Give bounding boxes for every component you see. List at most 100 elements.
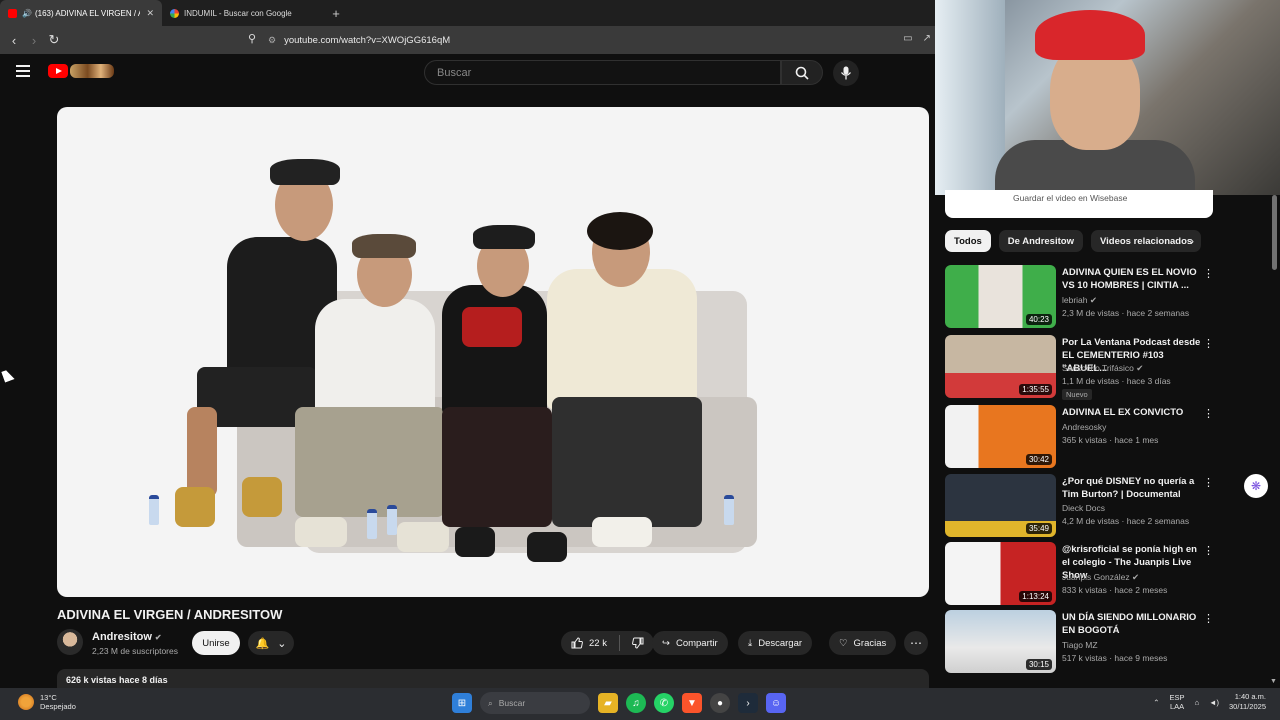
video-duration: 30:15 xyxy=(1025,659,1052,670)
scroll-down-icon[interactable]: ▼ xyxy=(1270,678,1277,685)
close-tab-icon[interactable]: ✕ xyxy=(146,8,154,19)
recommendation-title[interactable]: ¿Por qué DISNEY no quería a Tim Burton? … xyxy=(1062,475,1202,501)
clock[interactable]: 1:40 a.m. 30/11/2025 xyxy=(1229,692,1266,712)
recommendation-title[interactable]: UN DÍA SIENDO MILLONARIO EN BOGOTÁ xyxy=(1062,611,1202,637)
thumbs-down-icon[interactable] xyxy=(632,637,644,649)
like-dislike-group: 22 k xyxy=(561,631,654,655)
obs-icon[interactable]: ● xyxy=(710,693,730,713)
network-icon[interactable]: ⌂ xyxy=(1195,698,1200,707)
whatsapp-icon[interactable]: ✆ xyxy=(654,693,674,713)
recommendation-item[interactable]: 1:13:24 @krisroficial se ponía high en e… xyxy=(945,542,1214,606)
weather-desc: Despejado xyxy=(40,702,76,711)
more-vert-icon[interactable]: ⋮ xyxy=(1203,407,1214,420)
weather-widget[interactable]: 13°C Despejado xyxy=(18,693,76,711)
video-thumbnail[interactable]: 30:42 xyxy=(945,405,1056,468)
search-input[interactable]: Buscar xyxy=(424,60,781,85)
more-vert-icon[interactable]: ⋮ xyxy=(1203,476,1214,489)
recommendation-meta: 365 k vistas · hace 1 mes xyxy=(1062,435,1159,445)
video-player[interactable] xyxy=(57,107,929,597)
site-info-icon[interactable]: ⚙ xyxy=(268,35,276,46)
windows-start-icon[interactable]: ⊞ xyxy=(452,693,472,713)
back-icon[interactable]: ‹ xyxy=(4,33,24,48)
chip-from-channel[interactable]: De Andresitow xyxy=(998,230,1083,252)
more-vert-icon[interactable]: ⋮ xyxy=(1203,544,1214,557)
recommendation-channel[interactable]: Dieck Docs xyxy=(1062,503,1105,513)
recommendation-channel[interactable]: Andresosky xyxy=(1062,422,1106,432)
recommendation-meta: 1,1 M de vistas · hace 3 días xyxy=(1062,376,1171,386)
address-bar-row: ‹ › ↻ ⚲ ⚙ youtube.com/watch?v=XWOjGG616q… xyxy=(0,26,935,54)
video-thumbnail[interactable]: 1:13:24 xyxy=(945,542,1056,605)
url-field[interactable]: ⚙ youtube.com/watch?v=XWOjGG616qM xyxy=(268,30,450,50)
chevron-down-icon: ⌄ xyxy=(277,637,287,650)
file-explorer-icon[interactable]: ▰ xyxy=(598,693,618,713)
recommendation-title[interactable]: ADIVINA QUIEN ES EL NOVIO VS 10 HOMBRES … xyxy=(1062,266,1202,292)
sidebar-scrollbar[interactable]: ▼ xyxy=(1270,195,1278,685)
thanks-button[interactable]: ♡ Gracias xyxy=(829,631,897,655)
recommendation-item[interactable]: 35:49 ¿Por qué DISNEY no quería a Tim Bu… xyxy=(945,474,1214,538)
weather-temp: 13°C xyxy=(40,693,57,702)
chip-all[interactable]: Todos xyxy=(945,230,991,252)
video-thumbnail[interactable]: 30:15 xyxy=(945,610,1056,673)
volume-icon[interactable]: ◄) xyxy=(1209,698,1219,707)
water-bottle xyxy=(367,509,377,539)
views-and-date: 626 k vistas hace 8 días xyxy=(66,675,168,685)
voice-search-button[interactable] xyxy=(833,60,859,86)
video-thumbnail[interactable]: 35:49 xyxy=(945,474,1056,537)
tab-google[interactable]: INDUMIL - Buscar con Google xyxy=(162,0,324,26)
tray-expand-icon[interactable]: ⌃ xyxy=(1153,698,1159,707)
more-vert-icon[interactable]: ⋮ xyxy=(1203,337,1214,350)
taskbar-apps: ⊞ ⌕ Buscar ▰ ♫ ✆ ▼ ● › ☺ xyxy=(452,692,786,714)
video-thumbnail[interactable]: 1:35:55 xyxy=(945,335,1056,398)
tab-title: (163) ADIVINA EL VIRGEN / A xyxy=(34,8,141,18)
youtube-doodle-logo[interactable] xyxy=(70,64,114,78)
brave-browser-icon[interactable]: ▼ xyxy=(682,693,702,713)
recommendation-item[interactable]: 1:35:55 Por La Ventana Podcast desde EL … xyxy=(945,335,1214,400)
video-title: ADIVINA EL VIRGEN / ANDRESITOW xyxy=(57,607,283,622)
channel-name[interactable]: Andresitow xyxy=(92,631,152,643)
tab-youtube[interactable]: 🔊 (163) ADIVINA EL VIRGEN / A ✕ xyxy=(0,0,162,26)
recommendation-title[interactable]: ADIVINA EL EX CONVICTO xyxy=(1062,406,1202,419)
share-button[interactable]: ↪ Compartir xyxy=(652,631,728,655)
wisebase-save-button[interactable]: Guardar el video en Wisebase xyxy=(945,190,1213,218)
chip-related[interactable]: Videos relacionados xyxy=(1090,230,1202,252)
share-icon[interactable]: ↗ xyxy=(923,33,931,44)
join-button[interactable]: Unirse xyxy=(192,631,240,655)
recommendation-channel[interactable]: Juanpis González ✔ xyxy=(1062,572,1139,583)
more-vert-icon[interactable]: ⋮ xyxy=(1203,267,1214,280)
channel-name-row[interactable]: Andresitow ✔ xyxy=(92,631,162,643)
discord-icon[interactable]: ☺ xyxy=(766,693,786,713)
recommendation-channel[interactable]: Tiago MZ xyxy=(1062,640,1098,650)
more-actions-icon[interactable]: ⋯ xyxy=(904,631,928,655)
menu-icon[interactable] xyxy=(16,65,30,79)
video-thumbnail[interactable]: 40:23 xyxy=(945,265,1056,328)
chevron-right-icon[interactable]: › xyxy=(1190,234,1194,248)
like-button[interactable]: 22 k xyxy=(571,637,607,649)
audio-icon: 🔊 xyxy=(22,8,32,18)
screen-cast-icon[interactable]: ▭ xyxy=(903,33,912,44)
recommendation-meta: 4,2 M de vistas · hace 2 semanas xyxy=(1062,516,1190,526)
recommendation-item[interactable]: 40:23 ADIVINA QUIEN ES EL NOVIO VS 10 HO… xyxy=(945,265,1214,329)
download-button[interactable]: ⤓ Descargar xyxy=(738,631,813,655)
language-indicator[interactable]: ESP LAA xyxy=(1170,693,1185,711)
youtube-header: Buscar xyxy=(0,54,935,92)
recommendation-item[interactable]: 30:15 UN DÍA SIENDO MILLONARIO EN BOGOTÁ… xyxy=(945,610,1214,674)
youtube-logo-icon[interactable] xyxy=(48,64,68,78)
forward-icon[interactable]: › xyxy=(24,33,44,48)
spotify-icon[interactable]: ♫ xyxy=(626,693,646,713)
video-duration: 35:49 xyxy=(1025,523,1052,534)
bookmark-icon[interactable]: ⚲ xyxy=(248,32,256,45)
recommendation-item[interactable]: 30:42 ADIVINA EL EX CONVICTO Andresosky … xyxy=(945,405,1214,469)
taskbar-search[interactable]: ⌕ Buscar xyxy=(480,692,590,714)
new-tab-button[interactable]: + xyxy=(324,0,348,26)
terminal-icon[interactable]: › xyxy=(738,693,758,713)
more-vert-icon[interactable]: ⋮ xyxy=(1203,612,1214,625)
recommendation-channel[interactable]: Sancocho Trifásico ✔ xyxy=(1062,363,1143,374)
subscription-bell-button[interactable]: 🔔 ⌄ xyxy=(248,631,294,655)
reload-icon[interactable]: ↻ xyxy=(44,32,64,48)
search-button[interactable] xyxy=(781,60,823,85)
extension-floating-icon[interactable]: ❋ xyxy=(1244,474,1268,498)
channel-avatar[interactable] xyxy=(57,629,83,655)
scrollbar-thumb[interactable] xyxy=(1272,195,1277,270)
video-duration: 30:42 xyxy=(1025,454,1052,465)
recommendation-channel[interactable]: lebriah ✔ xyxy=(1062,295,1097,306)
